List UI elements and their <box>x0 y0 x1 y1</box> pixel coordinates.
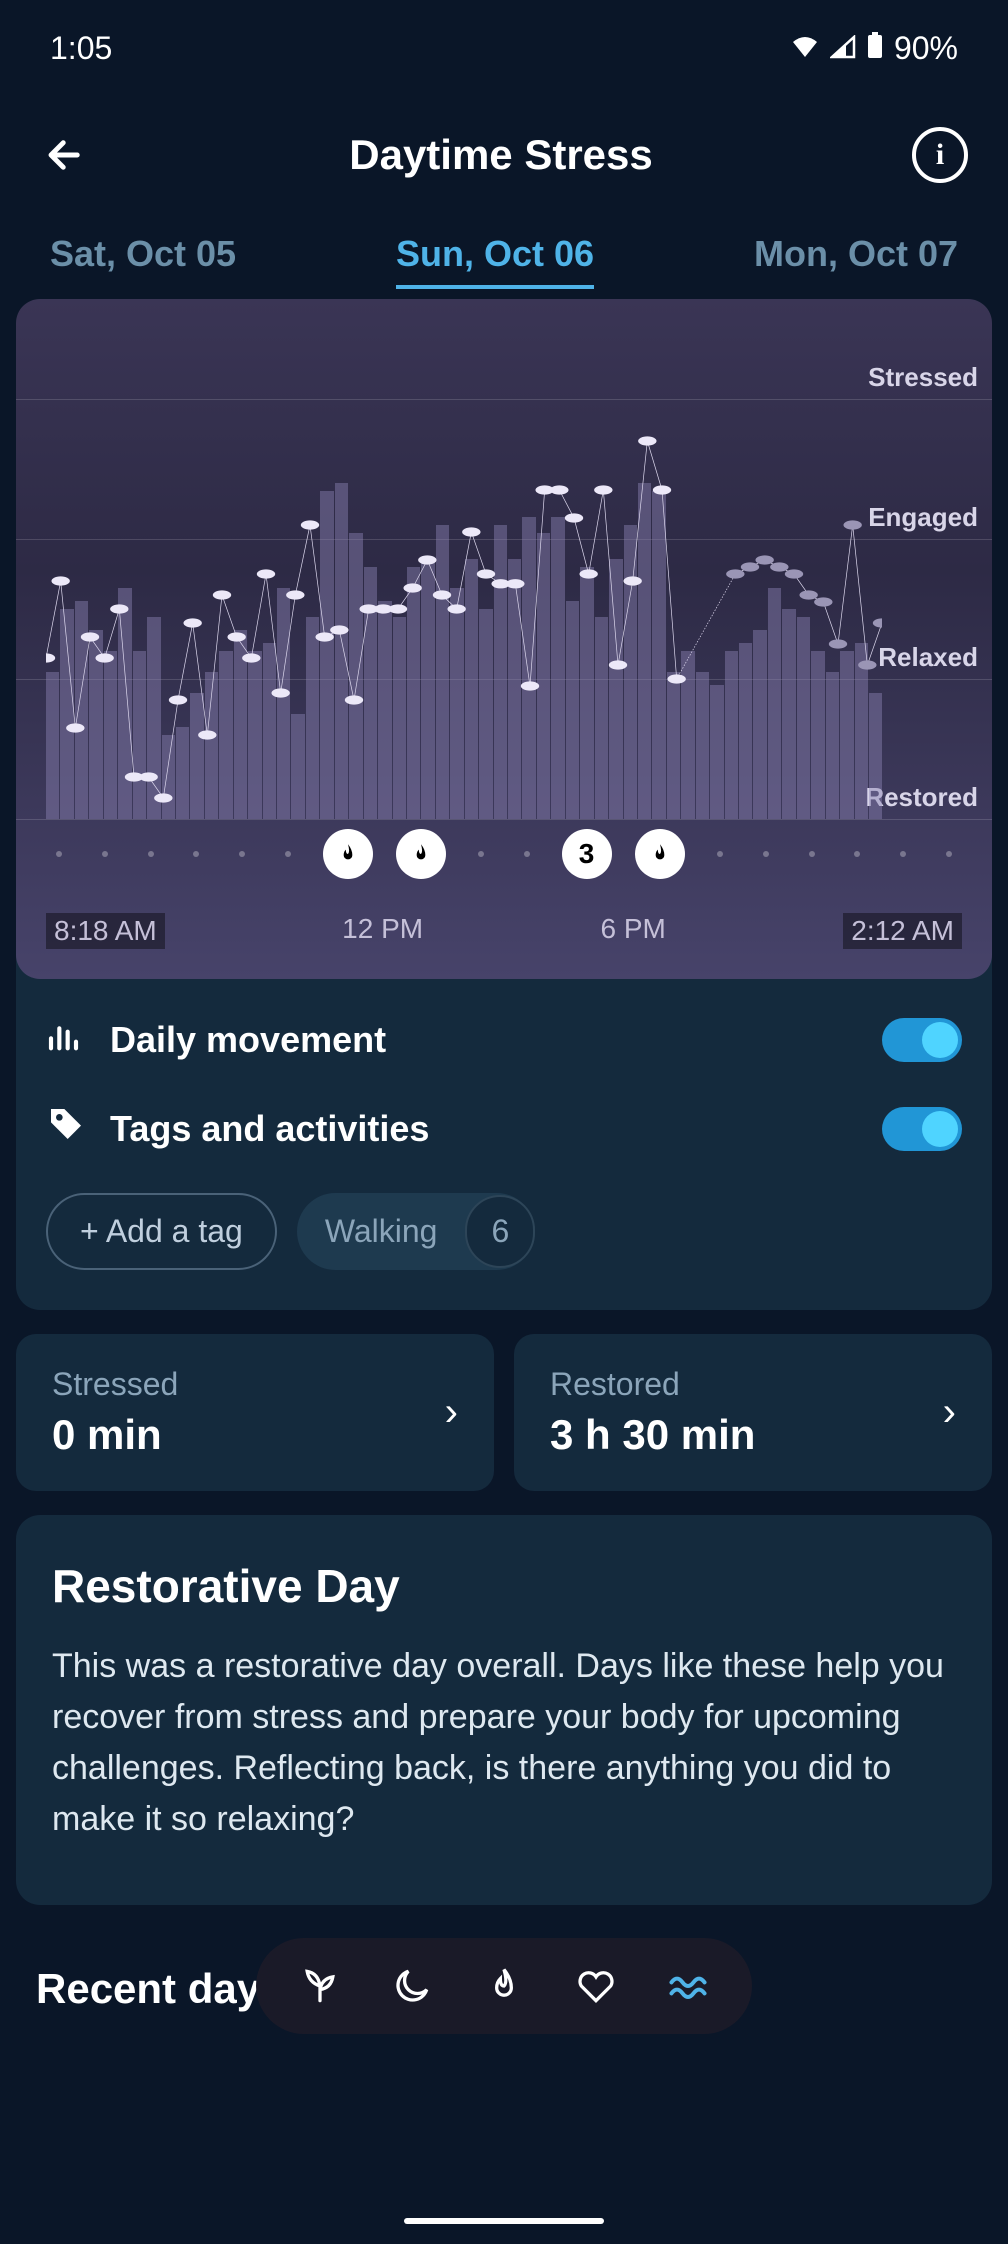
status-time: 1:05 <box>50 30 112 67</box>
stat-value: 0 min <box>52 1411 178 1459</box>
stat-label: Restored <box>550 1366 755 1403</box>
tag-icon <box>46 1104 86 1153</box>
stress-chart-card: Stressed Engaged Relaxed Restored 3 8:18… <box>16 299 992 979</box>
home-indicator[interactable] <box>404 2218 604 2224</box>
x-tick-end: 2:12 AM <box>843 913 962 949</box>
chart-controls: Daily movement Tags and activities + Add… <box>16 955 992 1310</box>
stress-line <box>46 399 882 819</box>
back-button[interactable] <box>40 130 90 180</box>
plant-icon[interactable] <box>296 1962 344 2010</box>
page-title: Daytime Stress <box>349 131 653 179</box>
date-tabs: Sat, Oct 05 Sun, Oct 06 Mon, Oct 07 <box>0 213 1008 289</box>
signal-icon <box>830 30 856 67</box>
daily-movement-label: Daily movement <box>110 1019 386 1061</box>
insight-body: This was a restorative day overall. Days… <box>52 1641 956 1845</box>
activity-count-badge[interactable]: 3 <box>562 829 612 879</box>
tab-prev-day[interactable]: Sat, Oct 05 <box>50 213 236 289</box>
y-label-relaxed: Relaxed <box>878 642 978 673</box>
flame-badge-icon[interactable] <box>396 829 446 879</box>
chevron-right-icon: › <box>445 1390 458 1435</box>
x-tick-1: 12 PM <box>342 913 423 949</box>
tag-chip-count: 6 <box>465 1195 535 1268</box>
stat-card-restored[interactable]: Restored 3 h 30 min › <box>514 1334 992 1491</box>
info-button[interactable]: i <box>912 127 968 183</box>
bars-icon <box>46 1015 86 1064</box>
tab-next-day[interactable]: Mon, Oct 07 <box>754 213 958 289</box>
y-label-engaged: Engaged <box>868 502 978 533</box>
insight-title: Restorative Day <box>52 1559 956 1613</box>
stat-value: 3 h 30 min <box>550 1411 755 1459</box>
add-tag-button[interactable]: + Add a tag <box>46 1193 277 1270</box>
daily-movement-toggle[interactable] <box>882 1018 962 1062</box>
tags-activities-toggle[interactable] <box>882 1107 962 1151</box>
bottom-nav <box>256 1938 752 2034</box>
tab-current-day[interactable]: Sun, Oct 06 <box>396 213 594 289</box>
battery-icon <box>866 30 884 67</box>
chevron-right-icon: › <box>943 1390 956 1435</box>
tag-chip-label: Walking <box>297 1195 466 1268</box>
x-tick-2: 6 PM <box>600 913 665 949</box>
tag-chip-walking[interactable]: Walking 6 <box>297 1193 535 1270</box>
heart-icon[interactable] <box>572 1962 620 2010</box>
page-header: Daytime Stress i <box>0 87 1008 213</box>
insight-card: Restorative Day This was a restorative d… <box>16 1515 992 1905</box>
flame-icon[interactable] <box>480 1962 528 2010</box>
stat-label: Stressed <box>52 1366 178 1403</box>
x-axis: 8:18 AM 12 PM 6 PM 2:12 AM <box>46 913 962 949</box>
y-label-stressed: Stressed <box>868 362 978 393</box>
flame-badge-icon[interactable] <box>323 829 373 879</box>
tags-activities-label: Tags and activities <box>110 1108 429 1150</box>
battery-percent: 90% <box>894 30 958 67</box>
moon-icon[interactable] <box>388 1962 436 2010</box>
status-bar: 1:05 90% <box>0 0 1008 87</box>
stress-chart[interactable]: Stressed Engaged Relaxed Restored <box>16 399 992 819</box>
x-tick-start: 8:18 AM <box>46 913 165 949</box>
wifi-icon <box>790 30 820 67</box>
activity-dots: 3 <box>56 829 952 879</box>
waves-icon[interactable] <box>664 1962 712 2010</box>
stat-card-stressed[interactable]: Stressed 0 min › <box>16 1334 494 1491</box>
flame-badge-icon[interactable] <box>635 829 685 879</box>
